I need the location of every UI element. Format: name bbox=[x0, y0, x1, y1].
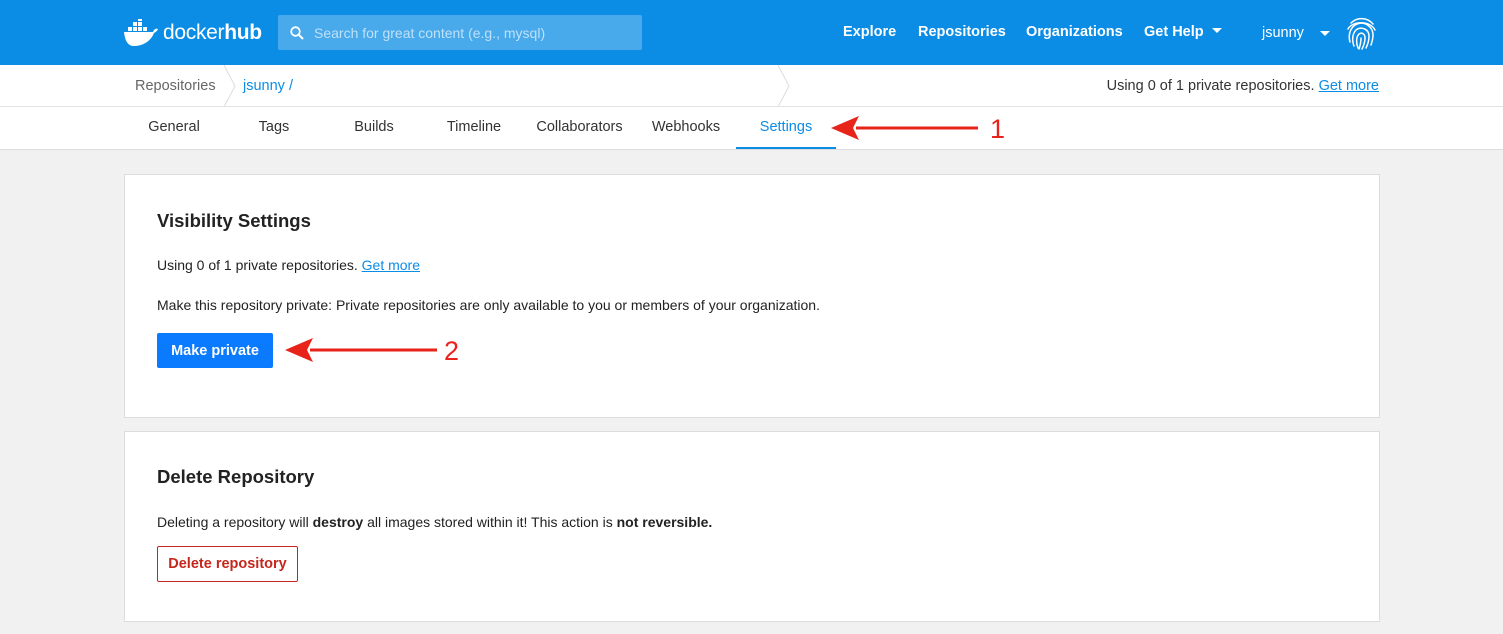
make-private-button[interactable]: Make private bbox=[157, 333, 273, 368]
breadcrumb-current-repo[interactable]: jsunny / bbox=[243, 78, 293, 94]
docker-whale-icon bbox=[124, 19, 158, 46]
chevron-down-icon bbox=[1211, 27, 1222, 33]
nav-organizations[interactable]: Organizations bbox=[1026, 24, 1123, 40]
get-more-link[interactable]: Get more bbox=[1319, 78, 1379, 94]
top-nav-bar: dockerhub Explore Repositories Organizat… bbox=[0, 0, 1503, 65]
delete-repository-card: Delete Repository Deleting a repository … bbox=[124, 431, 1380, 622]
visibility-settings-card: Visibility Settings Using 0 of 1 private… bbox=[124, 174, 1380, 418]
delete-warning-text: Deleting a repository will destroy all i… bbox=[157, 514, 713, 530]
get-more-link[interactable]: Get more bbox=[362, 257, 420, 273]
search-input[interactable] bbox=[314, 24, 634, 41]
tab-builds[interactable]: Builds bbox=[324, 107, 424, 149]
visibility-settings-title: Visibility Settings bbox=[157, 210, 311, 231]
visibility-description: Make this repository private: Private re… bbox=[157, 297, 820, 313]
tab-collaborators[interactable]: Collaborators bbox=[524, 107, 635, 149]
tab-webhooks[interactable]: Webhooks bbox=[636, 107, 736, 149]
breadcrumb-separator-icon bbox=[777, 65, 790, 107]
tab-timeline[interactable]: Timeline bbox=[424, 107, 524, 149]
chevron-down-icon[interactable] bbox=[1320, 31, 1330, 36]
nav-repositories[interactable]: Repositories bbox=[918, 24, 1006, 40]
breadcrumb: Repositories jsunny / Using 0 of 1 priva… bbox=[0, 65, 1503, 107]
tab-general[interactable]: General bbox=[124, 107, 224, 149]
visibility-usage-text: Using 0 of 1 private repositories. Get m… bbox=[157, 257, 421, 273]
private-repo-usage: Using 0 of 1 private repositories. Get m… bbox=[1106, 78, 1379, 94]
annotation-label-1: 1 bbox=[990, 114, 1006, 144]
docker-hub-logo[interactable]: dockerhub bbox=[123, 17, 262, 49]
username-menu[interactable]: jsunny bbox=[1262, 25, 1304, 41]
tab-tags[interactable]: Tags bbox=[224, 107, 324, 149]
annotation-label-2: 2 bbox=[444, 336, 460, 366]
breadcrumb-separator-icon bbox=[223, 65, 236, 107]
breadcrumb-repositories[interactable]: Repositories bbox=[135, 78, 216, 94]
search-box[interactable] bbox=[278, 15, 642, 50]
repo-tabs: General Tags Builds Timeline Collaborato… bbox=[0, 107, 1503, 150]
logo-wordmark: dockerhub bbox=[163, 21, 262, 44]
nav-get-help[interactable]: Get Help bbox=[1144, 24, 1222, 40]
delete-repository-title: Delete Repository bbox=[157, 466, 315, 487]
tab-settings[interactable]: Settings bbox=[736, 107, 836, 149]
fingerprint-icon[interactable] bbox=[1343, 15, 1379, 51]
nav-explore[interactable]: Explore bbox=[843, 24, 896, 40]
delete-repository-button[interactable]: Delete repository bbox=[157, 546, 298, 582]
search-icon bbox=[290, 25, 304, 40]
